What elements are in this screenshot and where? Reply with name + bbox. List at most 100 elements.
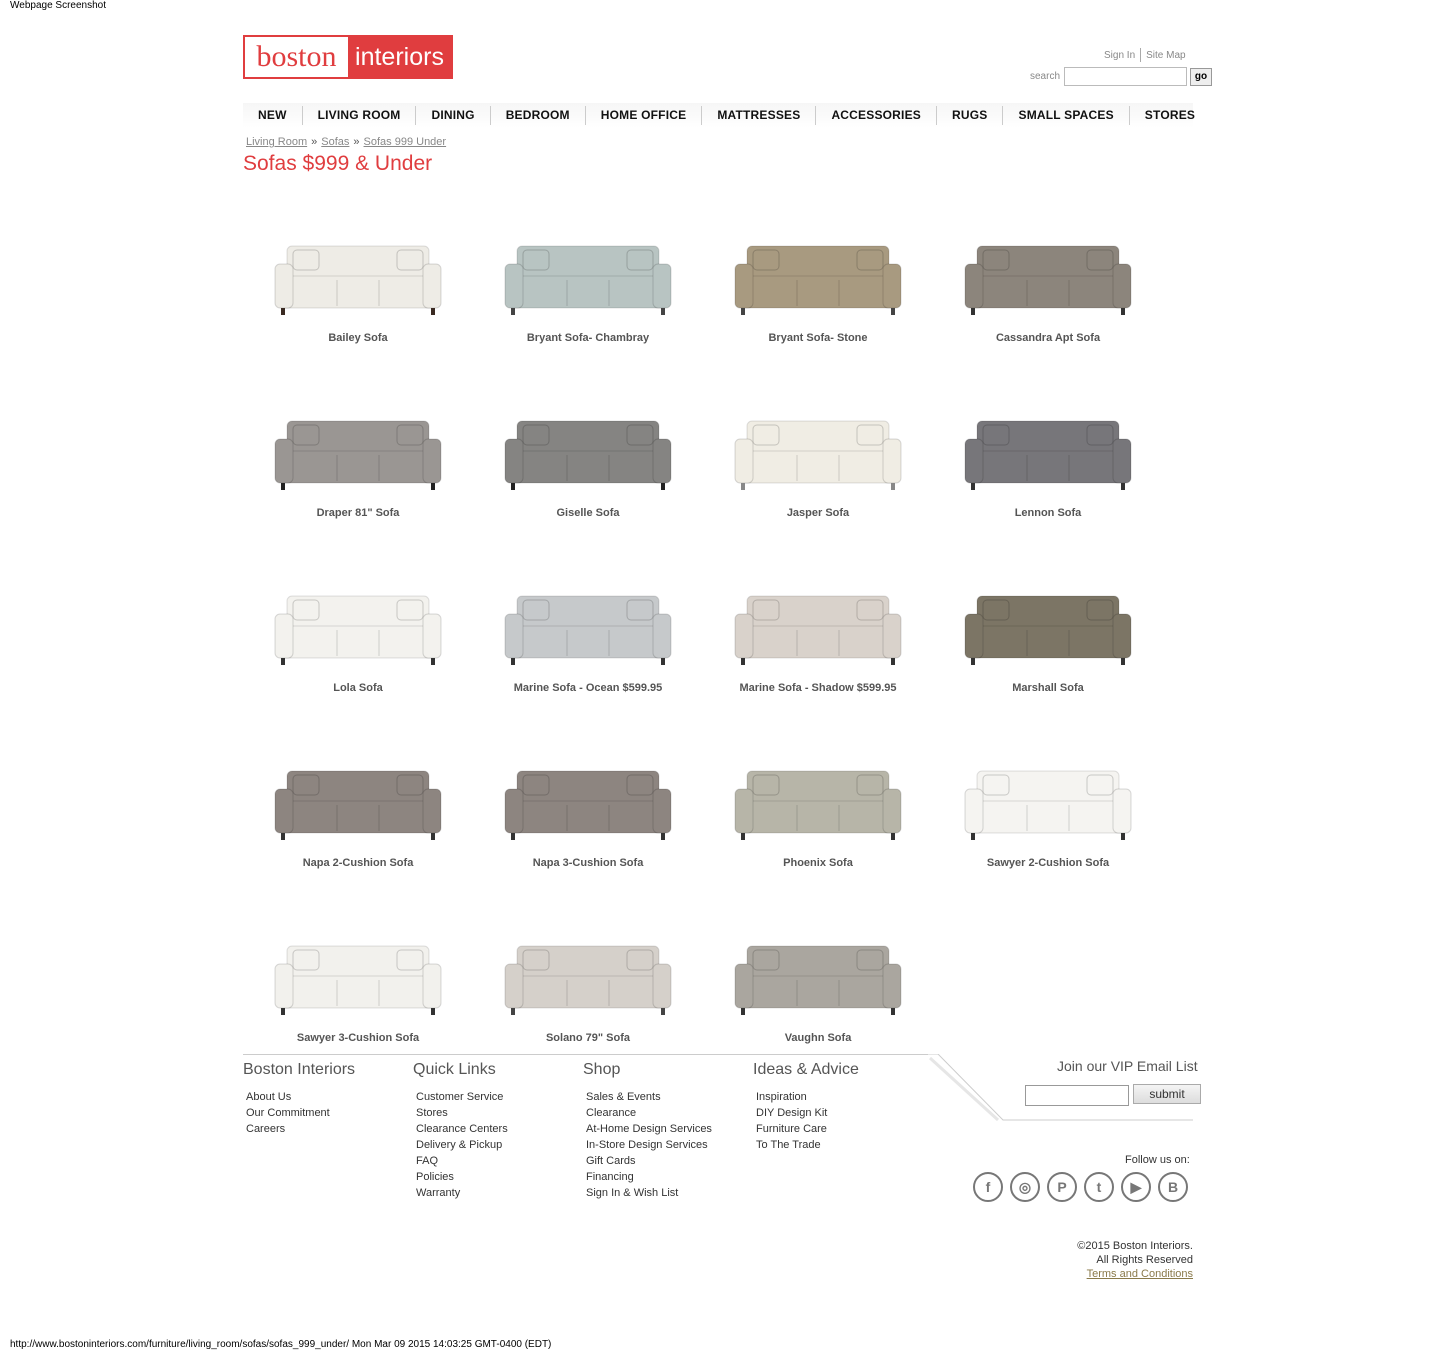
product-card[interactable]: Napa 2-Cushion Sofa: [243, 755, 473, 930]
product-card[interactable]: Draper 81" Sofa: [243, 405, 473, 580]
product-image[interactable]: [273, 238, 443, 328]
terms-link[interactable]: Terms and Conditions: [1030, 1267, 1193, 1281]
product-name[interactable]: Bryant Sofa- Chambray: [473, 332, 703, 344]
product-card[interactable]: Lola Sofa: [243, 580, 473, 755]
footer-link[interactable]: Warranty: [416, 1185, 508, 1201]
breadcrumb-sofas-999-under[interactable]: Sofas 999 Under: [364, 136, 447, 148]
product-card[interactable]: Phoenix Sofa: [703, 755, 933, 930]
nav-item-accessories[interactable]: ACCESSORIES: [816, 106, 937, 125]
nav-item-bedroom[interactable]: BEDROOM: [491, 106, 586, 125]
footer-link[interactable]: About Us: [246, 1089, 355, 1105]
product-image[interactable]: [503, 938, 673, 1028]
product-name[interactable]: Vaughn Sofa: [703, 1032, 933, 1044]
product-image[interactable]: [503, 238, 673, 328]
product-card[interactable]: Sawyer 2-Cushion Sofa: [933, 755, 1163, 930]
product-image[interactable]: [963, 588, 1133, 678]
breadcrumb-living-room[interactable]: Living Room: [246, 136, 307, 148]
product-name[interactable]: Marine Sofa - Ocean $599.95: [473, 682, 703, 694]
footer-link[interactable]: Careers: [246, 1121, 355, 1137]
product-name[interactable]: Phoenix Sofa: [703, 857, 933, 869]
logo[interactable]: boston interiors: [243, 35, 453, 79]
footer-link[interactable]: Inspiration: [756, 1089, 859, 1105]
product-card[interactable]: Marine Sofa - Ocean $599.95: [473, 580, 703, 755]
product-name[interactable]: Bailey Sofa: [243, 332, 473, 344]
product-image[interactable]: [963, 763, 1133, 853]
product-card[interactable]: Lennon Sofa: [933, 405, 1163, 580]
pinterest-icon[interactable]: P: [1047, 1172, 1077, 1202]
product-name[interactable]: Bryant Sofa- Stone: [703, 332, 933, 344]
nav-item-dining[interactable]: DINING: [416, 106, 491, 125]
product-card[interactable]: Bryant Sofa- Chambray: [473, 230, 703, 405]
product-image[interactable]: [273, 938, 443, 1028]
footer-link[interactable]: Policies: [416, 1169, 508, 1185]
product-image[interactable]: [733, 763, 903, 853]
product-name[interactable]: Marshall Sofa: [933, 682, 1163, 694]
vip-submit-button[interactable]: submit: [1133, 1084, 1201, 1104]
product-image[interactable]: [733, 938, 903, 1028]
nav-item-small-spaces[interactable]: SMALL SPACES: [1003, 106, 1130, 125]
footer-link[interactable]: Delivery & Pickup: [416, 1137, 508, 1153]
search-go-button[interactable]: go: [1190, 67, 1213, 86]
blogger-icon[interactable]: B: [1158, 1172, 1188, 1202]
footer-link[interactable]: Our Commitment: [246, 1105, 355, 1121]
product-image[interactable]: [503, 763, 673, 853]
product-name[interactable]: Solano 79" Sofa: [473, 1032, 703, 1044]
product-name[interactable]: Lennon Sofa: [933, 507, 1163, 519]
nav-item-home-office[interactable]: HOME OFFICE: [586, 106, 703, 125]
product-image[interactable]: [273, 763, 443, 853]
sign-in-link[interactable]: Sign In: [1104, 50, 1135, 61]
product-name[interactable]: Napa 3-Cushion Sofa: [473, 857, 703, 869]
facebook-icon[interactable]: f: [973, 1172, 1003, 1202]
product-name[interactable]: Draper 81" Sofa: [243, 507, 473, 519]
product-name[interactable]: Cassandra Apt Sofa: [933, 332, 1163, 344]
product-card[interactable]: Jasper Sofa: [703, 405, 933, 580]
product-card[interactable]: Giselle Sofa: [473, 405, 703, 580]
product-card[interactable]: Napa 3-Cushion Sofa: [473, 755, 703, 930]
footer-link[interactable]: In-Store Design Services: [586, 1137, 712, 1153]
footer-link[interactable]: Gift Cards: [586, 1153, 712, 1169]
footer-link[interactable]: Customer Service: [416, 1089, 508, 1105]
footer-link[interactable]: At-Home Design Services: [586, 1121, 712, 1137]
product-name[interactable]: Jasper Sofa: [703, 507, 933, 519]
footer-link[interactable]: Furniture Care: [756, 1121, 859, 1137]
product-card[interactable]: Bailey Sofa: [243, 230, 473, 405]
product-name[interactable]: Giselle Sofa: [473, 507, 703, 519]
product-card[interactable]: Bryant Sofa- Stone: [703, 230, 933, 405]
youtube-icon[interactable]: ▶: [1121, 1172, 1151, 1202]
breadcrumb-sofas[interactable]: Sofas: [321, 136, 349, 148]
product-name[interactable]: Napa 2-Cushion Sofa: [243, 857, 473, 869]
product-image[interactable]: [733, 413, 903, 503]
product-name[interactable]: Sawyer 2-Cushion Sofa: [933, 857, 1163, 869]
product-image[interactable]: [273, 413, 443, 503]
site-map-link[interactable]: Site Map: [1146, 50, 1185, 61]
nav-item-rugs[interactable]: RUGS: [937, 106, 1004, 125]
product-name[interactable]: Marine Sofa - Shadow $599.95: [703, 682, 933, 694]
product-card[interactable]: Cassandra Apt Sofa: [933, 230, 1163, 405]
nav-item-mattresses[interactable]: MATTRESSES: [702, 106, 817, 125]
product-card[interactable]: Marshall Sofa: [933, 580, 1163, 755]
footer-link[interactable]: DIY Design Kit: [756, 1105, 859, 1121]
nav-item-living-room[interactable]: LIVING ROOM: [303, 106, 417, 125]
product-image[interactable]: [503, 413, 673, 503]
vip-email-input[interactable]: [1025, 1085, 1129, 1106]
nav-item-stores[interactable]: STORES: [1130, 106, 1210, 125]
search-input[interactable]: [1064, 67, 1188, 86]
footer-link[interactable]: Sign In & Wish List: [586, 1185, 712, 1201]
footer-link[interactable]: FAQ: [416, 1153, 508, 1169]
product-image[interactable]: [733, 588, 903, 678]
nav-item-new[interactable]: NEW: [243, 106, 303, 125]
twitter-icon[interactable]: t: [1084, 1172, 1114, 1202]
footer-link[interactable]: To The Trade: [756, 1137, 859, 1153]
product-image[interactable]: [273, 588, 443, 678]
product-name[interactable]: Lola Sofa: [243, 682, 473, 694]
product-name[interactable]: Sawyer 3-Cushion Sofa: [243, 1032, 473, 1044]
product-image[interactable]: [733, 238, 903, 328]
footer-link[interactable]: Stores: [416, 1105, 508, 1121]
product-image[interactable]: [503, 588, 673, 678]
instagram-icon[interactable]: ◎: [1010, 1172, 1040, 1202]
footer-link[interactable]: Sales & Events: [586, 1089, 712, 1105]
footer-link[interactable]: Financing: [586, 1169, 712, 1185]
product-card[interactable]: Marine Sofa - Shadow $599.95: [703, 580, 933, 755]
footer-link[interactable]: Clearance: [586, 1105, 712, 1121]
product-image[interactable]: [963, 413, 1133, 503]
